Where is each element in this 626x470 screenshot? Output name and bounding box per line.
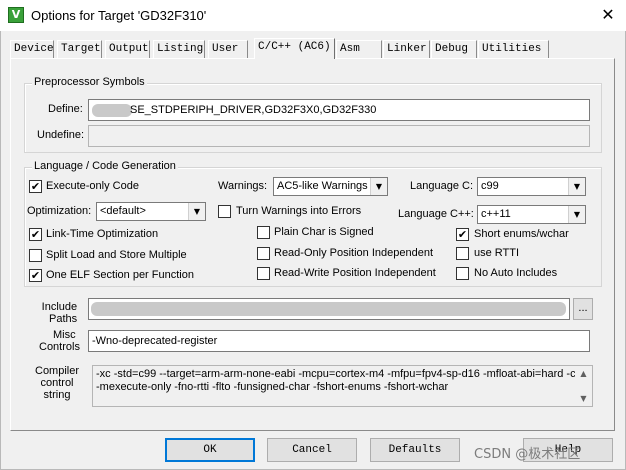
redacted-blur <box>91 302 566 316</box>
optimization-select[interactable]: <default> ▼ <box>96 202 206 221</box>
preprocessor-group-label: Preprocessor Symbols <box>32 76 147 88</box>
short-enums-label: Short enums/wchar <box>474 228 569 240</box>
tab-device[interactable]: Device <box>10 40 54 58</box>
split-load-store-checkbox[interactable] <box>29 249 42 262</box>
lto-checkbox[interactable]: ✔ <box>29 228 42 241</box>
no-auto-includes-checkbox[interactable] <box>456 267 469 280</box>
chevron-down-icon: ▼ <box>188 203 205 220</box>
compiler-string-line2: -mexecute-only -fno-rtti -flto -funsigne… <box>96 381 449 393</box>
scrollbar[interactable]: ▲ ▼ <box>575 366 592 406</box>
close-icon[interactable]: ✕ <box>596 4 620 26</box>
misc-controls-input[interactable]: -Wno-deprecated-register <box>88 330 590 352</box>
misc-controls-label: Misc Controls <box>39 329 80 353</box>
include-label-line2: Paths <box>49 313 78 325</box>
window-title: Options for Target 'GD32F310' <box>31 8 207 23</box>
language-group-label: Language / Code Generation <box>32 160 178 172</box>
chevron-down-icon: ▼ <box>568 206 585 223</box>
plain-char-signed-checkbox[interactable] <box>257 226 270 239</box>
chevron-down-icon: ▼ <box>568 178 585 195</box>
scroll-down-icon[interactable]: ▼ <box>575 392 592 405</box>
compiler-string-line1: -xc -std=c99 --target=arm-arm-none-eabi … <box>96 368 576 380</box>
plain-char-signed-label: Plain Char is Signed <box>274 226 374 238</box>
cancel-button[interactable]: Cancel <box>267 438 357 462</box>
tab-c-cpp-ac6[interactable]: C/C++ (AC6) <box>254 38 335 59</box>
include-label-line1: Include <box>41 301 78 313</box>
define-label: Define: <box>48 103 83 115</box>
keil-app-icon: V <box>8 7 24 23</box>
undefine-label: Undefine: <box>37 129 85 141</box>
optimization-value: <default> <box>100 205 146 217</box>
chevron-down-icon: ▼ <box>370 178 387 195</box>
warnings-label: Warnings: <box>218 180 268 192</box>
optimization-label: Optimization: <box>27 205 92 217</box>
misc-label-line1: Misc <box>53 329 76 341</box>
warnings-select[interactable]: AC5-like Warnings ▼ <box>273 177 388 196</box>
no-auto-includes-label: No Auto Includes <box>474 267 558 279</box>
language-c-select[interactable]: c99 ▼ <box>477 177 586 196</box>
one-elf-section-checkbox[interactable]: ✔ <box>29 269 42 282</box>
tab-linker[interactable]: Linker <box>383 40 430 58</box>
language-cpp-select[interactable]: c++11 ▼ <box>477 205 586 224</box>
short-enums-checkbox[interactable]: ✔ <box>456 228 469 241</box>
include-paths-label: Include Paths <box>41 301 77 325</box>
execute-only-checkbox[interactable]: ✔ <box>29 180 42 193</box>
compiler-control-label: Compiler control string <box>35 365 79 401</box>
turn-warnings-errors-checkbox[interactable] <box>218 205 231 218</box>
include-paths-input[interactable] <box>88 298 570 320</box>
csdn-watermark: CSDN @极术社区 <box>474 447 581 462</box>
tab-user[interactable]: User <box>208 40 248 58</box>
tab-utilities[interactable]: Utilities <box>478 40 549 58</box>
compiler-label-line3: string <box>43 389 71 401</box>
use-rtti-checkbox[interactable] <box>456 247 469 260</box>
defaults-button[interactable]: Defaults <box>370 438 460 462</box>
ropi-label: Read-Only Position Independent <box>274 247 433 259</box>
language-c-label: Language C: <box>410 180 473 192</box>
compiler-label-line1: Compiler <box>35 365 80 377</box>
tab-target[interactable]: Target <box>57 40 102 58</box>
language-cpp-value: c++11 <box>481 208 511 220</box>
rwpi-checkbox[interactable] <box>257 267 270 280</box>
warnings-value: AC5-like Warnings <box>277 180 368 192</box>
one-elf-section-label: One ELF Section per Function <box>46 269 194 281</box>
tab-debug[interactable]: Debug <box>431 40 477 58</box>
lto-label: Link-Time Optimization <box>46 228 159 240</box>
compiler-label-line2: control <box>40 377 74 389</box>
compiler-control-string[interactable]: -xc -std=c99 --target=arm-arm-none-eabi … <box>92 365 593 407</box>
define-value: SE_STDPERIPH_DRIVER,GD32F3X0,GD32F330 <box>130 104 377 116</box>
ropi-checkbox[interactable] <box>257 247 270 260</box>
redacted-blur <box>92 104 132 117</box>
tab-listing[interactable]: Listing <box>153 40 205 58</box>
language-cpp-label: Language C++: <box>398 208 474 220</box>
tab-output[interactable]: Output <box>105 40 150 58</box>
language-c-value: c99 <box>481 180 499 192</box>
turn-warnings-errors-label: Turn Warnings into Errors <box>236 205 362 217</box>
include-paths-browse-button[interactable]: ... <box>573 298 593 320</box>
ok-button[interactable]: OK <box>165 438 255 462</box>
split-load-store-label: Split Load and Store Multiple <box>46 249 187 261</box>
misc-label-line2: Controls <box>39 341 80 353</box>
title-bar: V Options for Target 'GD32F310' ✕ <box>0 0 626 31</box>
tab-asm[interactable]: Asm <box>336 40 382 58</box>
scroll-up-icon[interactable]: ▲ <box>575 367 592 380</box>
execute-only-label: Execute-only Code <box>46 180 139 192</box>
use-rtti-label: use RTTI <box>474 247 520 259</box>
rwpi-label: Read-Write Position Independent <box>274 267 436 279</box>
define-input[interactable]: SE_STDPERIPH_DRIVER,GD32F3X0,GD32F330 <box>88 99 590 121</box>
undefine-input[interactable] <box>88 125 590 147</box>
